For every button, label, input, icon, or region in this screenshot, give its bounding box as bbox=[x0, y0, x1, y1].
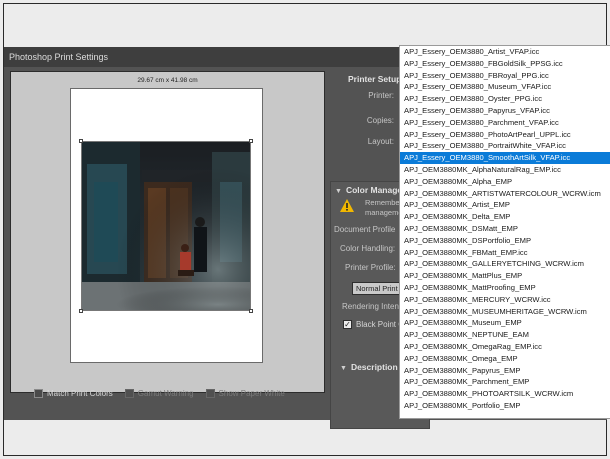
profile-option[interactable]: APJ_Essery_OEM3880_FBGoldSilk_PPSG.icc bbox=[400, 58, 610, 70]
profile-option[interactable]: APJ_OEM3880MK_DSMatt_EMP bbox=[400, 223, 610, 235]
match-print-colors-option[interactable]: Match Print Colors bbox=[34, 388, 113, 398]
gamut-warning-label: Gamut Warning bbox=[137, 388, 194, 398]
resize-handle-br[interactable] bbox=[249, 309, 253, 313]
copies-label: Copies: bbox=[366, 116, 394, 125]
profile-option[interactable]: APJ_Essery_OEM3880_Parchment_VFAP.icc bbox=[400, 117, 610, 129]
profile-option[interactable]: APJ_OEM3880MK_ARTISTWATERCOLOUR_WCRW.icm bbox=[400, 188, 610, 200]
profile-option[interactable]: APJ_OEM3880MK_GALLERYETCHING_WCRW.icm bbox=[400, 258, 610, 270]
printer-profile-dropdown[interactable]: APJ_Essery_OEM3880_Artist_VFAP.icc APJ_Es… bbox=[399, 45, 610, 419]
printer-setup-heading: Printer Setup bbox=[348, 74, 402, 84]
profile-option[interactable]: APJ_OEM3880MK_MERCURY_WCRW.icc bbox=[400, 294, 610, 306]
document-profile-label: Document Profile bbox=[334, 225, 396, 234]
resize-handle-tl[interactable] bbox=[79, 139, 83, 143]
profile-option[interactable]: APJ_Essery_OEM3880_Museum_VFAP.icc bbox=[400, 81, 610, 93]
profile-option[interactable]: APJ_OEM3880MK_OmegaRag_EMP.icc bbox=[400, 341, 610, 353]
profile-option[interactable]: APJ_OEM3880MK_Papyrus_EMP bbox=[400, 365, 610, 377]
photo-preview[interactable] bbox=[81, 141, 251, 311]
profile-option[interactable]: APJ_OEM3880MK_MattProofing_EMP bbox=[400, 282, 610, 294]
show-paper-white-label: Show Paper White bbox=[218, 388, 285, 398]
profile-option[interactable]: APJ_OEM3880MK_Alpha_EMP bbox=[400, 176, 610, 188]
match-print-colors-checkbox[interactable] bbox=[34, 388, 43, 398]
profile-option[interactable]: APJ_Essery_OEM3880_PhotoArtPearl_UPPL.ic… bbox=[400, 129, 610, 141]
profile-option[interactable]: APJ_Essery_OEM3880_FBRoyal_PPG.icc bbox=[400, 70, 610, 82]
resize-handle-tr[interactable] bbox=[249, 139, 253, 143]
preview-options: Match Print Colors Gamut Warning Show Pa… bbox=[34, 387, 297, 399]
profile-option[interactable]: APJ_OEM3880MK_Museum_EMP bbox=[400, 317, 610, 329]
profile-option[interactable]: APJ_OEM3880MK_Parchment_EMP bbox=[400, 376, 610, 388]
warning-icon bbox=[340, 199, 354, 212]
profile-option[interactable]: APJ_OEM3880MK_MattPlus_EMP bbox=[400, 270, 610, 282]
profile-option[interactable]: APJ_OEM3880MK_FBMatt_EMP.icc bbox=[400, 247, 610, 259]
profile-option[interactable]: APJ_OEM3880MK_MUSEUMHERITAGE_WCRW.icm bbox=[400, 306, 610, 318]
profile-option[interactable]: APJ_OEM3880MK_Portfolio_EMP bbox=[400, 400, 610, 412]
profile-option[interactable]: APJ_OEM3880MK_DSPortfolio_EMP bbox=[400, 235, 610, 247]
show-paper-white-option: Show Paper White bbox=[205, 388, 285, 398]
profile-option[interactable]: APJ_Essery_OEM3880_Oyster_PPG.icc bbox=[400, 93, 610, 105]
photo-image bbox=[82, 142, 250, 310]
profile-option[interactable]: APJ_OEM3880MK_NEPTUNE_EAM bbox=[400, 329, 610, 341]
profile-option[interactable]: APJ_Essery_OEM3880_PortraitWhite_VFAP.ic… bbox=[400, 140, 610, 152]
profile-option[interactable]: APJ_OEM3880MK_PHOTOARTSILK_WCRW.icm bbox=[400, 388, 610, 400]
warning-text-line1: Remembe bbox=[365, 198, 400, 207]
printer-profile-label: Printer Profile: bbox=[345, 263, 396, 272]
profile-option[interactable]: APJ_Essery_OEM3880_Papyrus_VFAP.icc bbox=[400, 105, 610, 117]
resize-handle-bl[interactable] bbox=[79, 309, 83, 313]
rendering-intent-label: Rendering Inten bbox=[342, 302, 399, 311]
black-point-checkbox[interactable]: ✓ bbox=[343, 320, 352, 329]
print-preview-panel: 29.67 cm x 41.98 cm bbox=[10, 71, 325, 393]
gamut-warning-checkbox bbox=[124, 388, 134, 398]
paper-preview bbox=[70, 88, 263, 363]
profile-option[interactable]: APJ_Essery_OEM3880_SmoothArtSilk_VFAP.ic… bbox=[400, 152, 610, 164]
profile-option[interactable]: APJ_OEM3880MK_Artist_EMP bbox=[400, 199, 610, 211]
collapse-chevron-icon: ▼ bbox=[335, 188, 342, 195]
warning-text-line2: manageme bbox=[365, 208, 403, 217]
profile-option[interactable]: APJ_OEM3880MK_AlphaNaturalRag_EMP.icc bbox=[400, 164, 610, 176]
color-management-heading[interactable]: ▼ Color Manage bbox=[335, 185, 402, 195]
description-heading[interactable]: ▼ Description bbox=[340, 362, 398, 372]
match-print-colors-label: Match Print Colors bbox=[47, 388, 113, 398]
layout-label: Layout: bbox=[367, 137, 394, 146]
paper-dimensions: 29.67 cm x 41.98 cm bbox=[137, 77, 198, 84]
rendering-mode-select[interactable]: Normal Print bbox=[352, 282, 404, 295]
profile-option[interactable]: APJ_OEM3880MK_Delta_EMP bbox=[400, 211, 610, 223]
expand-chevron-icon: ▼ bbox=[340, 365, 347, 372]
gamut-warning-option: Gamut Warning bbox=[124, 388, 194, 398]
printer-label: Printer: bbox=[368, 91, 394, 100]
profile-option[interactable]: APJ_Essery_OEM3880_Artist_VFAP.icc bbox=[400, 46, 610, 58]
profile-option[interactable]: APJ_OEM3880MK_Omega_EMP bbox=[400, 353, 610, 365]
show-paper-white-checkbox bbox=[205, 388, 215, 398]
color-handling-label: Color Handling: bbox=[340, 244, 396, 253]
